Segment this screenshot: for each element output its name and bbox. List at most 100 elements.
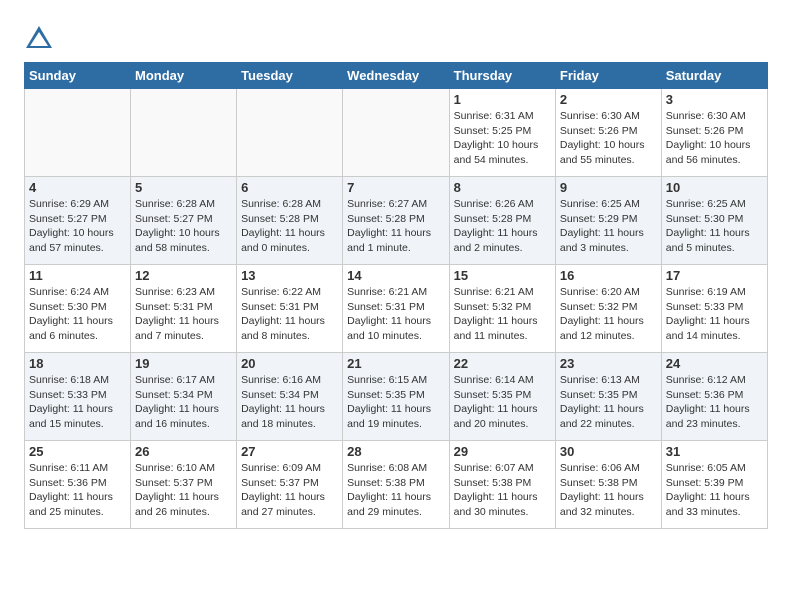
- day-number: 11: [29, 268, 126, 283]
- day-number: 17: [666, 268, 763, 283]
- day-number: 2: [560, 92, 657, 107]
- calendar-day-cell: 14 Sunrise: 6:21 AM Sunset: 5:31 PM Dayli…: [343, 265, 449, 353]
- day-number: 15: [454, 268, 551, 283]
- day-info: Sunrise: 6:25 AM Sunset: 5:29 PM Dayligh…: [560, 197, 657, 256]
- day-number: 29: [454, 444, 551, 459]
- calendar-day-cell: 19Sunrise: 6:17 AM Sunset: 5:34 PM Dayli…: [131, 353, 237, 441]
- calendar-week-row: 4 Sunrise: 6:29 AM Sunset: 5:27 PM Daylig…: [25, 177, 768, 265]
- day-number: 26: [135, 444, 232, 459]
- calendar-day-cell: 6 Sunrise: 6:28 AM Sunset: 5:28 PM Daylig…: [237, 177, 343, 265]
- day-info: Sunrise: 6:17 AM Sunset: 5:34 PM Dayligh…: [135, 373, 232, 432]
- day-info: Sunrise: 6:21 AM Sunset: 5:32 PM Dayligh…: [454, 285, 551, 344]
- calendar-header-row: SundayMondayTuesdayWednesdayThursdayFrid…: [25, 63, 768, 89]
- calendar-day-cell: 30Sunrise: 6:06 AM Sunset: 5:38 PM Dayli…: [555, 441, 661, 529]
- day-number: 3: [666, 92, 763, 107]
- calendar-day-header: Sunday: [25, 63, 131, 89]
- day-info: Sunrise: 6:10 AM Sunset: 5:37 PM Dayligh…: [135, 461, 232, 520]
- calendar-day-cell: 27 Sunrise: 6:09 AM Sunset: 5:37 PM Dayli…: [237, 441, 343, 529]
- day-info: Sunrise: 6:20 AM Sunset: 5:32 PM Dayligh…: [560, 285, 657, 344]
- day-info: Sunrise: 6:13 AM Sunset: 5:35 PM Dayligh…: [560, 373, 657, 432]
- day-number: 31: [666, 444, 763, 459]
- day-info: Sunrise: 6:24 AM Sunset: 5:30 PM Dayligh…: [29, 285, 126, 344]
- calendar-week-row: 25 Sunrise: 6:11 AM Sunset: 5:36 PM Dayli…: [25, 441, 768, 529]
- day-info: Sunrise: 6:28 AM Sunset: 5:27 PM Dayligh…: [135, 197, 232, 256]
- day-number: 4: [29, 180, 126, 195]
- day-number: 6: [241, 180, 338, 195]
- calendar-day-header: Friday: [555, 63, 661, 89]
- day-info: Sunrise: 6:05 AM Sunset: 5:39 PM Dayligh…: [666, 461, 763, 520]
- calendar-day-cell: 9Sunrise: 6:25 AM Sunset: 5:29 PM Daylig…: [555, 177, 661, 265]
- day-number: 27: [241, 444, 338, 459]
- calendar-week-row: 18 Sunrise: 6:18 AM Sunset: 5:33 PM Dayli…: [25, 353, 768, 441]
- calendar-day-cell: [237, 89, 343, 177]
- calendar-day-cell: 23 Sunrise: 6:13 AM Sunset: 5:35 PM Dayli…: [555, 353, 661, 441]
- day-number: 23: [560, 356, 657, 371]
- calendar-day-cell: 24Sunrise: 6:12 AM Sunset: 5:36 PM Dayli…: [661, 353, 767, 441]
- day-info: Sunrise: 6:07 AM Sunset: 5:38 PM Dayligh…: [454, 461, 551, 520]
- day-number: 13: [241, 268, 338, 283]
- calendar-day-cell: 4 Sunrise: 6:29 AM Sunset: 5:27 PM Daylig…: [25, 177, 131, 265]
- calendar-day-cell: 2 Sunrise: 6:30 AM Sunset: 5:26 PM Daylig…: [555, 89, 661, 177]
- day-number: 30: [560, 444, 657, 459]
- calendar-day-cell: 17 Sunrise: 6:19 AM Sunset: 5:33 PM Dayli…: [661, 265, 767, 353]
- calendar-day-cell: 3 Sunrise: 6:30 AM Sunset: 5:26 PM Daylig…: [661, 89, 767, 177]
- logo-icon: [24, 24, 54, 54]
- day-number: 22: [454, 356, 551, 371]
- day-number: 18: [29, 356, 126, 371]
- calendar-day-cell: 15 Sunrise: 6:21 AM Sunset: 5:32 PM Dayli…: [449, 265, 555, 353]
- calendar-day-cell: 20 Sunrise: 6:16 AM Sunset: 5:34 PM Dayli…: [237, 353, 343, 441]
- calendar-day-cell: 25 Sunrise: 6:11 AM Sunset: 5:36 PM Dayli…: [25, 441, 131, 529]
- day-info: Sunrise: 6:31 AM Sunset: 5:25 PM Dayligh…: [454, 109, 551, 168]
- calendar-day-cell: 26 Sunrise: 6:10 AM Sunset: 5:37 PM Dayli…: [131, 441, 237, 529]
- day-info: Sunrise: 6:21 AM Sunset: 5:31 PM Dayligh…: [347, 285, 444, 344]
- day-number: 5: [135, 180, 232, 195]
- calendar-day-cell: [343, 89, 449, 177]
- day-info: Sunrise: 6:19 AM Sunset: 5:33 PM Dayligh…: [666, 285, 763, 344]
- day-info: Sunrise: 6:30 AM Sunset: 5:26 PM Dayligh…: [560, 109, 657, 168]
- calendar-day-cell: 18 Sunrise: 6:18 AM Sunset: 5:33 PM Dayli…: [25, 353, 131, 441]
- calendar-day-cell: 10 Sunrise: 6:25 AM Sunset: 5:30 PM Dayli…: [661, 177, 767, 265]
- day-info: Sunrise: 6:15 AM Sunset: 5:35 PM Dayligh…: [347, 373, 444, 432]
- day-number: 8: [454, 180, 551, 195]
- day-info: Sunrise: 6:08 AM Sunset: 5:38 PM Dayligh…: [347, 461, 444, 520]
- day-info: Sunrise: 6:11 AM Sunset: 5:36 PM Dayligh…: [29, 461, 126, 520]
- day-number: 16: [560, 268, 657, 283]
- day-info: Sunrise: 6:16 AM Sunset: 5:34 PM Dayligh…: [241, 373, 338, 432]
- day-info: Sunrise: 6:23 AM Sunset: 5:31 PM Dayligh…: [135, 285, 232, 344]
- calendar-day-cell: 22 Sunrise: 6:14 AM Sunset: 5:35 PM Dayli…: [449, 353, 555, 441]
- calendar-day-cell: 16 Sunrise: 6:20 AM Sunset: 5:32 PM Dayli…: [555, 265, 661, 353]
- day-info: Sunrise: 6:27 AM Sunset: 5:28 PM Dayligh…: [347, 197, 444, 256]
- day-number: 1: [454, 92, 551, 107]
- day-number: 14: [347, 268, 444, 283]
- calendar-day-cell: [131, 89, 237, 177]
- day-info: Sunrise: 6:26 AM Sunset: 5:28 PM Dayligh…: [454, 197, 551, 256]
- day-number: 12: [135, 268, 232, 283]
- day-number: 10: [666, 180, 763, 195]
- header: [24, 20, 768, 54]
- day-info: Sunrise: 6:14 AM Sunset: 5:35 PM Dayligh…: [454, 373, 551, 432]
- calendar-day-header: Wednesday: [343, 63, 449, 89]
- calendar-day-cell: 1 Sunrise: 6:31 AM Sunset: 5:25 PM Daylig…: [449, 89, 555, 177]
- calendar-day-cell: 8 Sunrise: 6:26 AM Sunset: 5:28 PM Daylig…: [449, 177, 555, 265]
- calendar-day-cell: [25, 89, 131, 177]
- day-number: 20: [241, 356, 338, 371]
- day-number: 25: [29, 444, 126, 459]
- day-info: Sunrise: 6:22 AM Sunset: 5:31 PM Dayligh…: [241, 285, 338, 344]
- calendar-table: SundayMondayTuesdayWednesdayThursdayFrid…: [24, 62, 768, 529]
- day-info: Sunrise: 6:29 AM Sunset: 5:27 PM Dayligh…: [29, 197, 126, 256]
- calendar-day-cell: 5 Sunrise: 6:28 AM Sunset: 5:27 PM Daylig…: [131, 177, 237, 265]
- day-number: 28: [347, 444, 444, 459]
- day-info: Sunrise: 6:18 AM Sunset: 5:33 PM Dayligh…: [29, 373, 126, 432]
- calendar-day-cell: 13 Sunrise: 6:22 AM Sunset: 5:31 PM Dayli…: [237, 265, 343, 353]
- calendar-day-cell: 7Sunrise: 6:27 AM Sunset: 5:28 PM Daylig…: [343, 177, 449, 265]
- day-info: Sunrise: 6:30 AM Sunset: 5:26 PM Dayligh…: [666, 109, 763, 168]
- day-info: Sunrise: 6:09 AM Sunset: 5:37 PM Dayligh…: [241, 461, 338, 520]
- calendar-day-cell: 28 Sunrise: 6:08 AM Sunset: 5:38 PM Dayli…: [343, 441, 449, 529]
- logo: [24, 24, 58, 54]
- day-info: Sunrise: 6:12 AM Sunset: 5:36 PM Dayligh…: [666, 373, 763, 432]
- day-info: Sunrise: 6:25 AM Sunset: 5:30 PM Dayligh…: [666, 197, 763, 256]
- calendar-day-cell: 21 Sunrise: 6:15 AM Sunset: 5:35 PM Dayli…: [343, 353, 449, 441]
- day-info: Sunrise: 6:28 AM Sunset: 5:28 PM Dayligh…: [241, 197, 338, 256]
- calendar-week-row: 11 Sunrise: 6:24 AM Sunset: 5:30 PM Dayli…: [25, 265, 768, 353]
- day-number: 21: [347, 356, 444, 371]
